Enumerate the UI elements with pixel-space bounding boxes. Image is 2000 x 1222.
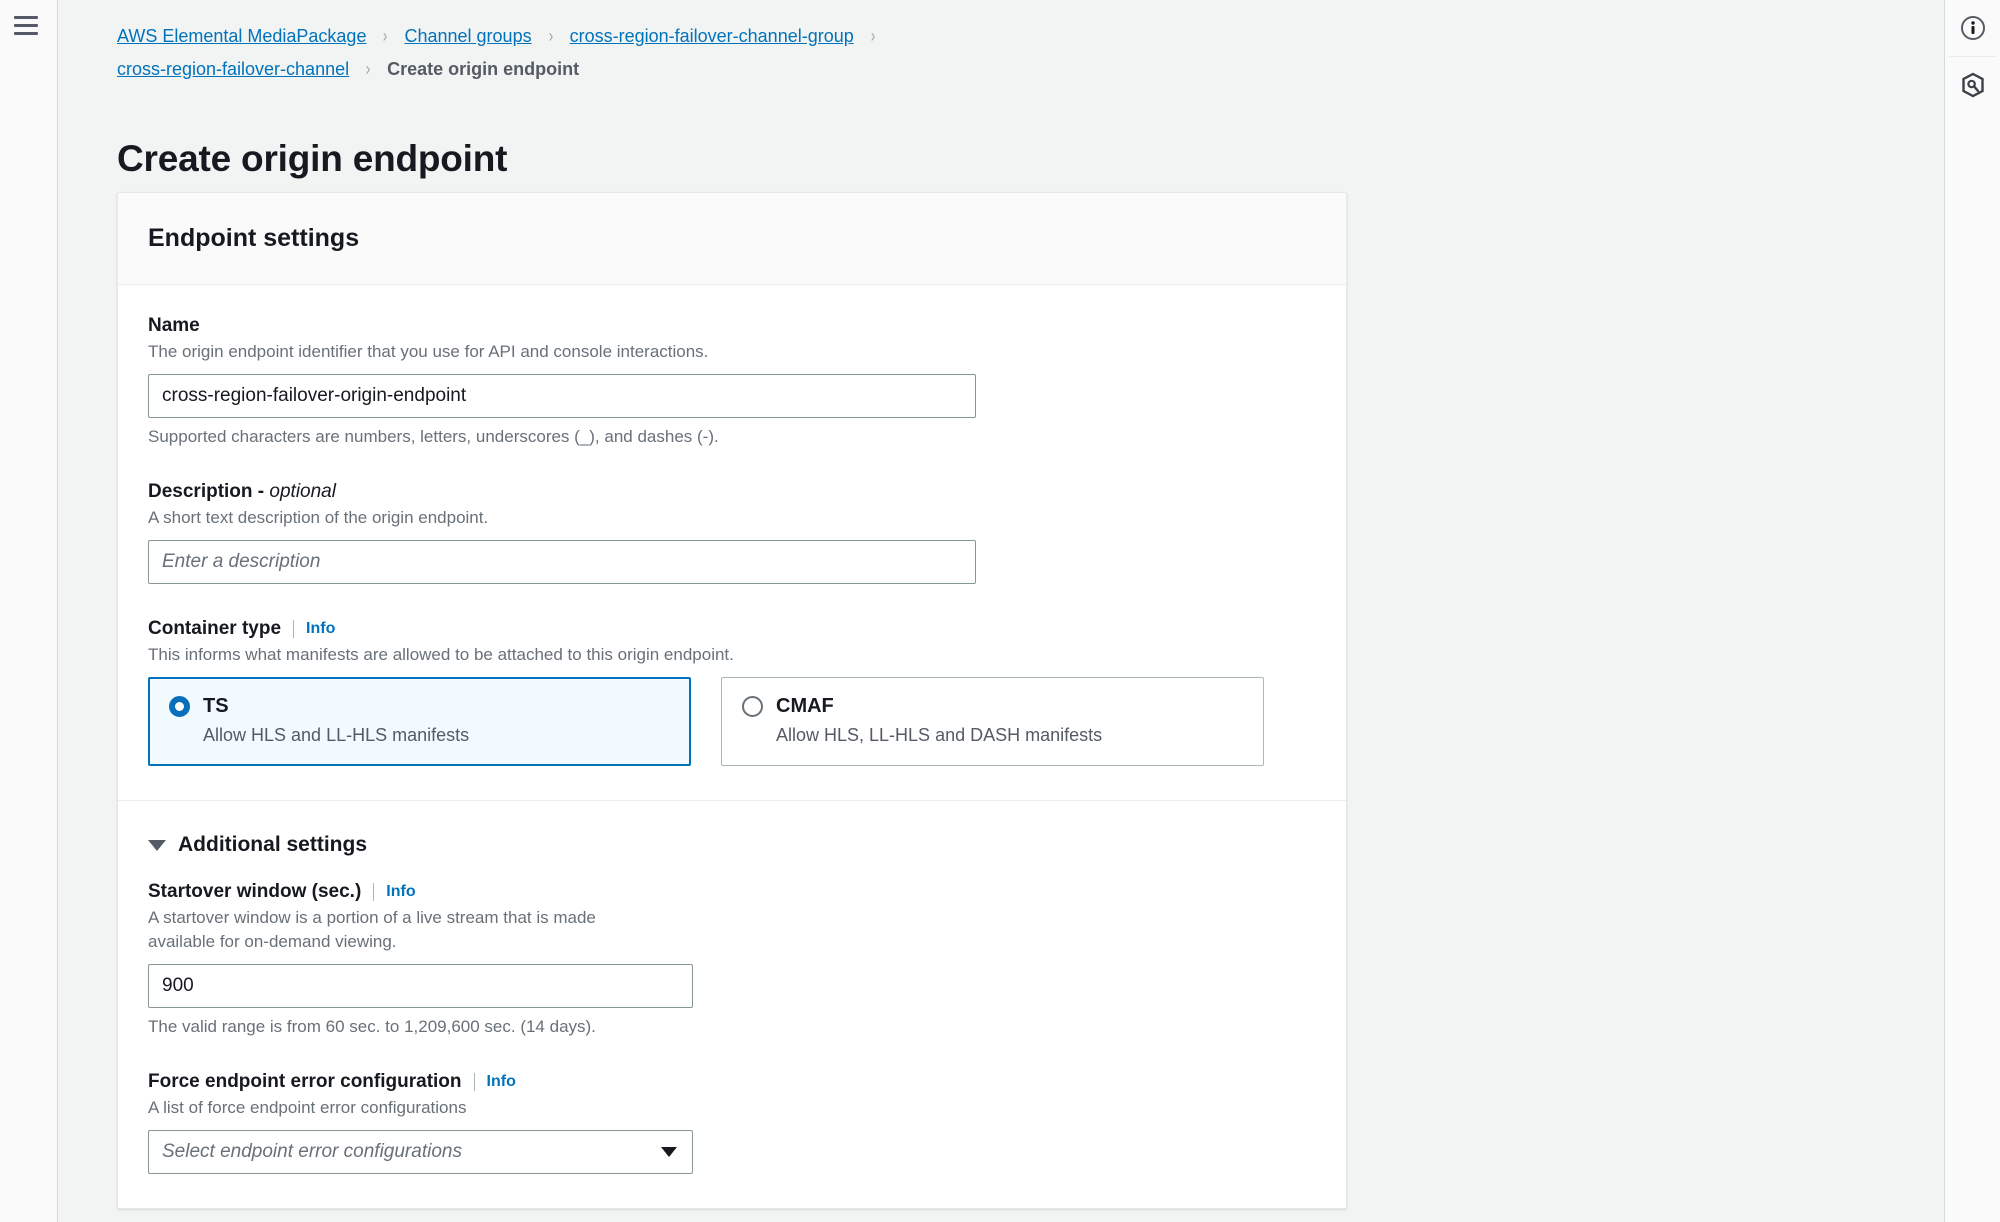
description-input[interactable] — [148, 540, 976, 584]
name-hint: Supported characters are numbers, letter… — [148, 427, 719, 446]
card-body: Name The origin endpoint identifier that… — [118, 285, 1346, 1174]
chevron-down-icon — [148, 839, 166, 851]
description-description: A short text description of the origin e… — [148, 508, 489, 527]
label-divider — [293, 620, 295, 638]
container-type-radio-group: TS Allow HLS and LL-HLS manifests CMAF A… — [148, 677, 1316, 766]
startover-window-label: Startover window (sec.) Info — [148, 881, 1316, 903]
breadcrumb-item-mediapackage[interactable]: AWS Elemental MediaPackage — [117, 26, 366, 46]
card-header-title: Endpoint settings — [148, 224, 360, 252]
label-divider — [473, 1073, 475, 1091]
endpoint-settings-card: Endpoint settings Name The origin endpoi… — [117, 192, 1347, 1209]
additional-settings-body: Startover window (sec.) Info A startover… — [148, 863, 1316, 1174]
breadcrumb: AWS Elemental MediaPackage › Channel gro… — [117, 20, 1317, 86]
force-endpoint-error-label: Force endpoint error configuration Info — [148, 1071, 1316, 1093]
radio-selected-icon[interactable] — [169, 696, 190, 717]
container-type-group: Container type Info This informs what ma… — [148, 618, 1316, 766]
name-description: The origin endpoint identifier that you … — [148, 342, 709, 361]
breadcrumb-item-channel-group[interactable]: cross-region-failover-channel-group — [570, 26, 854, 46]
startover-window-group: Startover window (sec.) Info A startover… — [148, 881, 1316, 1037]
container-type-label: Container type Info — [148, 618, 1316, 640]
breadcrumb-item-current: Create origin endpoint — [387, 59, 580, 79]
breadcrumb-item-channel[interactable]: cross-region-failover-channel — [117, 59, 349, 79]
option-ts-subtitle: Allow HLS and LL-HLS manifests — [203, 725, 470, 745]
page-title: Create origin endpoint — [117, 137, 508, 179]
breadcrumb-separator-icon: › — [383, 26, 388, 46]
additional-settings-label: Additional settings — [178, 833, 367, 856]
description-optional-tag: optional — [269, 481, 336, 502]
option-cmaf-header: CMAF — [742, 695, 1243, 718]
main-content: AWS Elemental MediaPackage › Channel gro… — [59, 0, 1944, 1222]
description-label: Description - optional — [148, 481, 1316, 503]
right-tools-rail — [1944, 0, 2000, 1222]
option-ts-title: TS — [203, 695, 229, 717]
container-type-option-ts[interactable]: TS Allow HLS and LL-HLS manifests — [148, 677, 691, 766]
option-cmaf-title: CMAF — [776, 695, 834, 717]
app-root: AWS Elemental MediaPackage › Channel gro… — [0, 0, 2000, 1222]
breadcrumb-separator-icon: › — [548, 26, 553, 46]
description-field-group: Description - optional A short text desc… — [148, 481, 1316, 584]
card-header: Endpoint settings — [118, 193, 1346, 285]
name-label: Name — [148, 315, 1316, 337]
hamburger-bar — [14, 23, 38, 27]
startover-window-label-text: Startover window (sec.) — [148, 881, 362, 902]
startover-window-input[interactable] — [148, 964, 693, 1008]
startover-window-info-link[interactable]: Info — [386, 883, 415, 901]
breadcrumb-separator-icon: › — [870, 26, 876, 46]
force-endpoint-error-select[interactable]: Select endpoint error configurations — [148, 1130, 693, 1174]
name-field-group: Name The origin endpoint identifier that… — [148, 315, 1316, 447]
info-circle-icon[interactable] — [1945, 0, 2000, 56]
force-endpoint-error-description: A list of force endpoint error configura… — [148, 1098, 467, 1117]
container-type-info-link[interactable]: Info — [306, 620, 335, 638]
container-type-description: This informs what manifests are allowed … — [148, 645, 734, 664]
description-label-text: Description - — [148, 481, 265, 502]
container-type-label-text: Container type — [148, 618, 282, 639]
option-cmaf-subtitle: Allow HLS, LL-HLS and DASH manifests — [776, 725, 1103, 745]
breadcrumb-item-channel-groups[interactable]: Channel groups — [404, 26, 531, 46]
startover-window-hint: The valid range is from 60 sec. to 1,209… — [148, 1017, 596, 1036]
chevron-down-icon — [661, 1147, 677, 1157]
hamburger-bar — [14, 15, 38, 19]
additional-settings-toggle[interactable]: Additional settings — [148, 801, 1316, 863]
force-endpoint-error-info-link[interactable]: Info — [487, 1073, 516, 1091]
hamburger-bar — [14, 31, 38, 35]
name-input[interactable] — [148, 374, 976, 418]
settings-hex-icon[interactable] — [1945, 57, 2000, 113]
hamburger-menu-icon[interactable] — [14, 10, 44, 40]
label-divider — [373, 883, 375, 901]
force-endpoint-error-label-text: Force endpoint error configuration — [148, 1071, 462, 1092]
option-ts-header: TS — [169, 695, 670, 718]
left-navigation-rail — [0, 0, 58, 1222]
container-type-option-cmaf[interactable]: CMAF Allow HLS, LL-HLS and DASH manifest… — [721, 677, 1264, 766]
name-label-text: Name — [148, 315, 200, 336]
force-endpoint-error-group: Force endpoint error configuration Info … — [148, 1071, 1316, 1174]
force-endpoint-error-placeholder: Select endpoint error configurations — [162, 1141, 462, 1162]
startover-window-description: A startover window is a portion of a liv… — [148, 908, 596, 951]
breadcrumb-separator-icon: › — [365, 59, 371, 79]
radio-unselected-icon[interactable] — [742, 696, 763, 717]
